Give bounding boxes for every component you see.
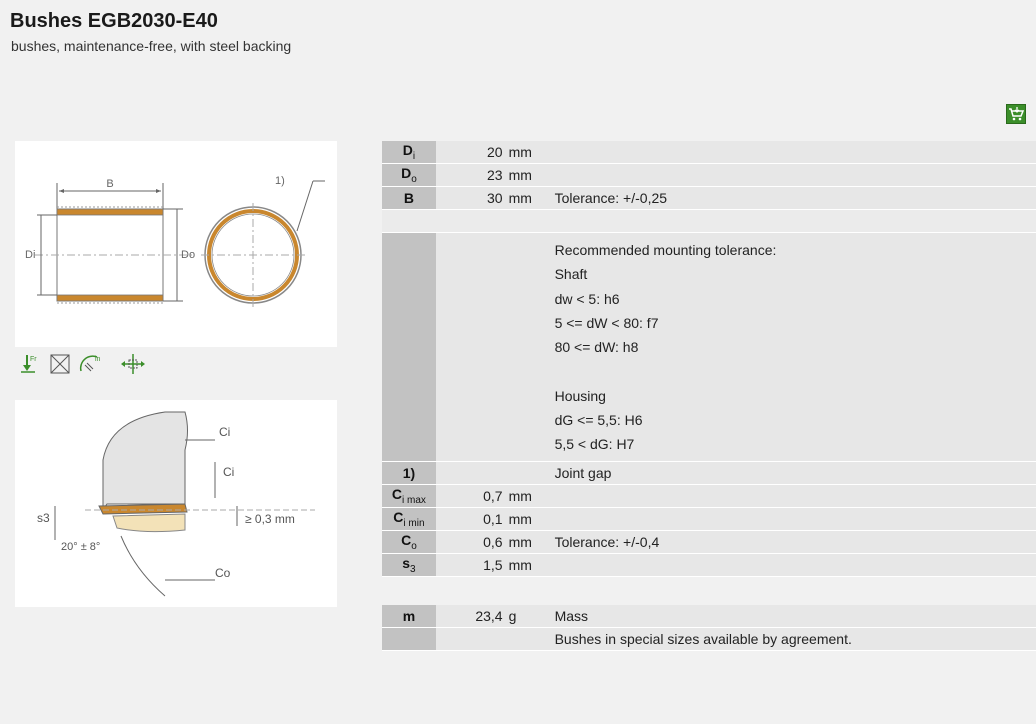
table-row: Ci max 0,7 mm bbox=[382, 484, 1036, 508]
desc-cell: Tolerance: +/-0,25 bbox=[542, 186, 1036, 210]
value-cell: 20 mm bbox=[435, 141, 543, 164]
radial-load-icon: Fr bbox=[21, 355, 37, 373]
table-row: Bushes in special sizes available by agr… bbox=[382, 627, 1036, 651]
value-cell: 1,5 mm bbox=[435, 553, 543, 577]
label-angle: 20° ± 8° bbox=[61, 541, 100, 553]
table-row: B 30 mm Tolerance: +/-0,25 bbox=[382, 186, 1036, 210]
spacer-row bbox=[382, 576, 1036, 605]
label-gap: ≥ 0,3 mm bbox=[245, 512, 295, 526]
label-b: B bbox=[106, 178, 113, 190]
symbol-cell: Ci max bbox=[382, 484, 436, 508]
symbol-cell: Do bbox=[382, 163, 436, 187]
desc-cell bbox=[542, 163, 1036, 187]
label-note: 1) bbox=[275, 175, 285, 187]
page-subtitle: bushes, maintenance-free, with steel bac… bbox=[11, 38, 292, 54]
oscillation-icon bbox=[121, 354, 145, 374]
value-cell: 0,7 mm bbox=[435, 484, 543, 508]
property-icons: Fr ln bbox=[19, 351, 169, 379]
label-do: Do bbox=[181, 249, 195, 261]
cart-icon[interactable] bbox=[1006, 104, 1026, 124]
table-row: Di 20 mm bbox=[382, 141, 1036, 164]
spacer-row bbox=[382, 209, 1036, 233]
value-cell: 0,1 mm bbox=[435, 507, 543, 531]
table-row: m 23,4 g Mass bbox=[382, 604, 1036, 628]
desc-cell: Mass bbox=[542, 604, 1036, 628]
value-cell: 30 mm bbox=[435, 186, 543, 210]
desc-cell: Joint gap bbox=[542, 461, 1036, 485]
symbol-cell: B bbox=[382, 186, 436, 210]
rotation-icon: ln bbox=[79, 355, 101, 372]
symbol-cell: Co bbox=[382, 530, 436, 554]
value-cell: 0,6 mm bbox=[435, 530, 543, 554]
bush-dimension-drawing: B Di Do 1) bbox=[15, 141, 337, 347]
label-s3: s3 bbox=[37, 511, 50, 525]
spec-table: Di 20 mm Do 23 mm B 30 mm Tolerance: +/-0,2… bbox=[382, 141, 1036, 651]
label-co: Co bbox=[215, 566, 231, 580]
symbol-cell: m bbox=[382, 604, 436, 628]
value-cell: 23,4 g bbox=[435, 604, 543, 628]
table-row: 1) Joint gap bbox=[382, 461, 1036, 485]
desc-cell bbox=[542, 141, 1036, 164]
label-ci-mid: Ci bbox=[223, 465, 234, 479]
symbol-cell: Ci min bbox=[382, 507, 436, 531]
svg-text:Fr: Fr bbox=[30, 356, 37, 363]
note-cell: Bushes in special sizes available by agr… bbox=[542, 627, 1036, 651]
symbol-cell: 1) bbox=[382, 461, 436, 485]
label-di: Di bbox=[25, 249, 35, 261]
table-row: s3 1,5 mm bbox=[382, 553, 1036, 577]
symbol-cell: s3 bbox=[382, 553, 436, 577]
table-row: Co 0,6 mm Tolerance: +/-0,4 bbox=[382, 530, 1036, 554]
chamfer-detail-drawing: Ci Ci s3 20° ± 8° ≥ 0,3 mm Co bbox=[15, 400, 337, 607]
mounting-tolerance-row: Recommended mounting tolerance: Shaft dw… bbox=[382, 232, 1036, 462]
table-row: Ci min 0,1 mm bbox=[382, 507, 1036, 531]
no-lubrication-icon bbox=[50, 354, 70, 374]
symbol-cell: Di bbox=[382, 141, 436, 164]
page-title: Bushes EGB2030-E40 bbox=[10, 10, 218, 32]
mounting-tolerance-text: Recommended mounting tolerance: Shaft dw… bbox=[542, 232, 1036, 462]
label-ci-top: Ci bbox=[219, 425, 230, 439]
value-cell: 23 mm bbox=[435, 163, 543, 187]
table-row: Do 23 mm bbox=[382, 163, 1036, 187]
desc-cell: Tolerance: +/-0,4 bbox=[542, 530, 1036, 554]
svg-text:ln: ln bbox=[95, 356, 101, 363]
